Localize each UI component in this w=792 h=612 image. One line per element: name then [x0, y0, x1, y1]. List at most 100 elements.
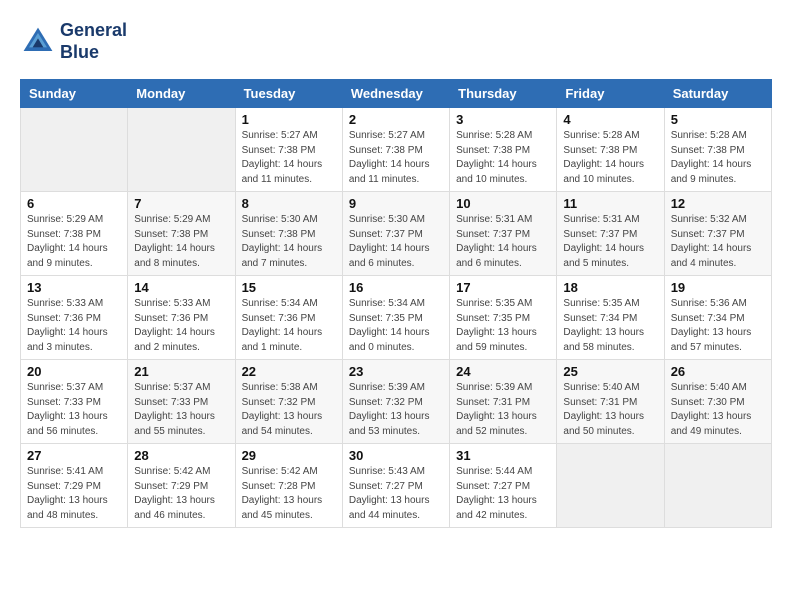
calendar-cell: 29 Sunrise: 5:42 AM Sunset: 7:28 PM Dayli… — [235, 444, 342, 528]
day-info: Sunrise: 5:28 AM Sunset: 7:38 PM Dayligh… — [563, 129, 657, 187]
calendar-cell: 12 Sunrise: 5:32 AM Sunset: 7:37 PM Dayli… — [664, 192, 771, 276]
day-number: 5 — [671, 112, 765, 127]
calendar-cell — [664, 444, 771, 528]
day-number: 19 — [671, 280, 765, 295]
calendar-cell: 20Sunrise: 5:37 AM Sunset: 7:33 PM Dayli… — [21, 360, 128, 444]
weekday-header: Monday — [128, 80, 235, 108]
calendar-cell: 28 Sunrise: 5:42 AM Sunset: 7:29 PM Dayli… — [128, 444, 235, 528]
calendar-cell: 1 Sunrise: 5:27 AM Sunset: 7:38 PM Daylig… — [235, 108, 342, 192]
calendar-cell: 25 Sunrise: 5:40 AM Sunset: 7:31 PM Dayli… — [557, 360, 664, 444]
day-info: Sunrise: 5:40 AM Sunset: 7:30 PM Dayligh… — [671, 381, 765, 439]
calendar-cell: 18Sunrise: 5:35 AM Sunset: 7:34 PM Dayli… — [557, 276, 664, 360]
day-number: 10 — [456, 196, 550, 211]
day-number: 28 — [134, 448, 228, 463]
day-info: Sunrise: 5:41 AM Sunset: 7:29 PM Dayligh… — [27, 465, 121, 523]
weekday-header: Tuesday — [235, 80, 342, 108]
day-info: Sunrise: 5:33 AM Sunset: 7:36 PM Dayligh… — [27, 297, 121, 355]
calendar-cell: 14 Sunrise: 5:33 AM Sunset: 7:36 PM Dayli… — [128, 276, 235, 360]
day-info: Sunrise: 5:30 AM Sunset: 7:38 PM Dayligh… — [242, 213, 336, 271]
calendar-cell: 13 Sunrise: 5:33 AM Sunset: 7:36 PM Dayli… — [21, 276, 128, 360]
day-number: 24 — [456, 364, 550, 379]
day-number: 23 — [349, 364, 443, 379]
day-info: Sunrise: 5:40 AM Sunset: 7:31 PM Dayligh… — [563, 381, 657, 439]
day-info: Sunrise: 5:38 AM Sunset: 7:32 PM Dayligh… — [242, 381, 336, 439]
calendar-cell: 11 Sunrise: 5:31 AM Sunset: 7:37 PM Dayli… — [557, 192, 664, 276]
calendar-cell: 7Sunrise: 5:29 AM Sunset: 7:38 PM Daylig… — [128, 192, 235, 276]
day-number: 25 — [563, 364, 657, 379]
day-number: 15 — [242, 280, 336, 295]
weekday-header: Thursday — [450, 80, 557, 108]
day-info: Sunrise: 5:33 AM Sunset: 7:36 PM Dayligh… — [134, 297, 228, 355]
day-info: Sunrise: 5:31 AM Sunset: 7:37 PM Dayligh… — [456, 213, 550, 271]
day-number: 16 — [349, 280, 443, 295]
day-number: 7 — [134, 196, 228, 211]
day-number: 26 — [671, 364, 765, 379]
logo-text: General Blue — [60, 20, 127, 63]
day-number: 2 — [349, 112, 443, 127]
day-number: 22 — [242, 364, 336, 379]
calendar-cell — [557, 444, 664, 528]
logo: General Blue — [20, 20, 127, 63]
day-info: Sunrise: 5:31 AM Sunset: 7:37 PM Dayligh… — [563, 213, 657, 271]
day-info: Sunrise: 5:39 AM Sunset: 7:31 PM Dayligh… — [456, 381, 550, 439]
day-info: Sunrise: 5:42 AM Sunset: 7:29 PM Dayligh… — [134, 465, 228, 523]
day-info: Sunrise: 5:44 AM Sunset: 7:27 PM Dayligh… — [456, 465, 550, 523]
day-number: 17 — [456, 280, 550, 295]
day-number: 4 — [563, 112, 657, 127]
calendar-cell: 27 Sunrise: 5:41 AM Sunset: 7:29 PM Dayli… — [21, 444, 128, 528]
day-info: Sunrise: 5:27 AM Sunset: 7:38 PM Dayligh… — [242, 129, 336, 187]
weekday-header: Friday — [557, 80, 664, 108]
calendar-cell: 16 Sunrise: 5:34 AM Sunset: 7:35 PM Dayli… — [342, 276, 449, 360]
day-number: 12 — [671, 196, 765, 211]
calendar-cell: 15 Sunrise: 5:34 AM Sunset: 7:36 PM Dayli… — [235, 276, 342, 360]
day-info: Sunrise: 5:43 AM Sunset: 7:27 PM Dayligh… — [349, 465, 443, 523]
day-number: 27 — [27, 448, 121, 463]
day-info: Sunrise: 5:34 AM Sunset: 7:35 PM Dayligh… — [349, 297, 443, 355]
weekday-header: Sunday — [21, 80, 128, 108]
day-number: 9 — [349, 196, 443, 211]
calendar-cell: 21 Sunrise: 5:37 AM Sunset: 7:33 PM Dayli… — [128, 360, 235, 444]
day-info: Sunrise: 5:37 AM Sunset: 7:33 PM Dayligh… — [27, 381, 121, 439]
calendar-cell: 24 Sunrise: 5:39 AM Sunset: 7:31 PM Dayli… — [450, 360, 557, 444]
page-header: General Blue — [20, 20, 772, 63]
calendar-cell — [21, 108, 128, 192]
calendar-table: SundayMondayTuesdayWednesdayThursdayFrid… — [20, 79, 772, 528]
calendar-cell: 17 Sunrise: 5:35 AM Sunset: 7:35 PM Dayli… — [450, 276, 557, 360]
day-number: 6 — [27, 196, 121, 211]
day-number: 21 — [134, 364, 228, 379]
day-info: Sunrise: 5:35 AM Sunset: 7:34 PM Dayligh… — [563, 297, 657, 355]
calendar-cell: 22 Sunrise: 5:38 AM Sunset: 7:32 PM Dayli… — [235, 360, 342, 444]
day-number: 31 — [456, 448, 550, 463]
day-info: Sunrise: 5:39 AM Sunset: 7:32 PM Dayligh… — [349, 381, 443, 439]
calendar-cell: 31 Sunrise: 5:44 AM Sunset: 7:27 PM Dayli… — [450, 444, 557, 528]
day-info: Sunrise: 5:34 AM Sunset: 7:36 PM Dayligh… — [242, 297, 336, 355]
day-number: 29 — [242, 448, 336, 463]
calendar-cell: 19 Sunrise: 5:36 AM Sunset: 7:34 PM Dayli… — [664, 276, 771, 360]
day-info: Sunrise: 5:28 AM Sunset: 7:38 PM Dayligh… — [671, 129, 765, 187]
weekday-header: Saturday — [664, 80, 771, 108]
weekday-header: Wednesday — [342, 80, 449, 108]
calendar-cell: 4 Sunrise: 5:28 AM Sunset: 7:38 PM Daylig… — [557, 108, 664, 192]
day-info: Sunrise: 5:27 AM Sunset: 7:38 PM Dayligh… — [349, 129, 443, 187]
day-number: 3 — [456, 112, 550, 127]
day-number: 14 — [134, 280, 228, 295]
day-info: Sunrise: 5:28 AM Sunset: 7:38 PM Dayligh… — [456, 129, 550, 187]
day-info: Sunrise: 5:35 AM Sunset: 7:35 PM Dayligh… — [456, 297, 550, 355]
day-info: Sunrise: 5:32 AM Sunset: 7:37 PM Dayligh… — [671, 213, 765, 271]
calendar-cell: 2 Sunrise: 5:27 AM Sunset: 7:38 PM Daylig… — [342, 108, 449, 192]
calendar-cell: 9Sunrise: 5:30 AM Sunset: 7:37 PM Daylig… — [342, 192, 449, 276]
day-info: Sunrise: 5:36 AM Sunset: 7:34 PM Dayligh… — [671, 297, 765, 355]
calendar-cell: 8 Sunrise: 5:30 AM Sunset: 7:38 PM Daylig… — [235, 192, 342, 276]
day-info: Sunrise: 5:37 AM Sunset: 7:33 PM Dayligh… — [134, 381, 228, 439]
calendar-cell: 23 Sunrise: 5:39 AM Sunset: 7:32 PM Dayli… — [342, 360, 449, 444]
day-number: 8 — [242, 196, 336, 211]
calendar-cell: 5 Sunrise: 5:28 AM Sunset: 7:38 PM Daylig… — [664, 108, 771, 192]
logo-icon — [20, 24, 56, 60]
calendar-cell: 30Sunrise: 5:43 AM Sunset: 7:27 PM Dayli… — [342, 444, 449, 528]
day-number: 1 — [242, 112, 336, 127]
day-number: 11 — [563, 196, 657, 211]
day-number: 13 — [27, 280, 121, 295]
day-info: Sunrise: 5:42 AM Sunset: 7:28 PM Dayligh… — [242, 465, 336, 523]
day-info: Sunrise: 5:29 AM Sunset: 7:38 PM Dayligh… — [27, 213, 121, 271]
calendar-cell: 3 Sunrise: 5:28 AM Sunset: 7:38 PM Daylig… — [450, 108, 557, 192]
